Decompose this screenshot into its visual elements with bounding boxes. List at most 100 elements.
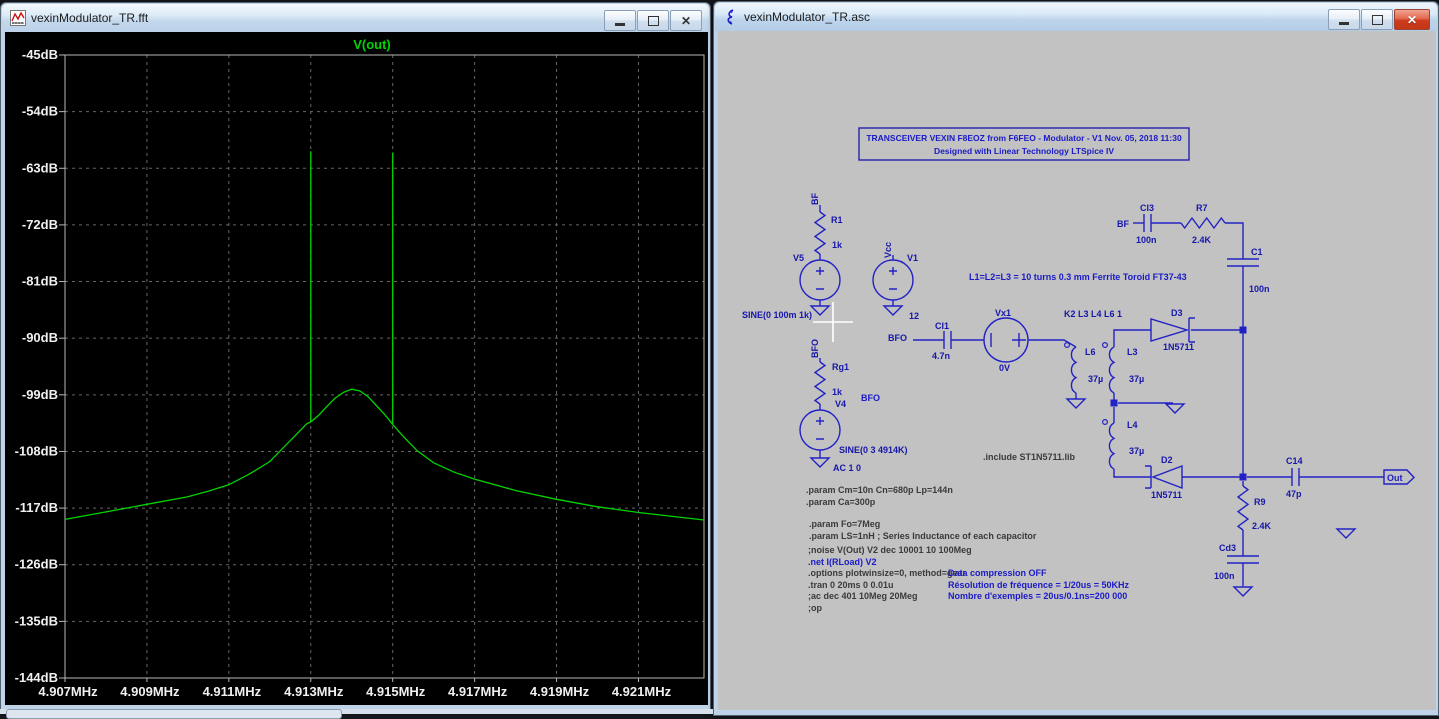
waveform-plot-icon [10, 10, 26, 26]
voltage-source-v1-polarity [889, 267, 897, 289]
l3-name: L3 [1127, 347, 1138, 357]
x-axis-label: 4.907MHz [38, 684, 98, 699]
r9-name: R9 [1254, 497, 1266, 507]
plot-frame [65, 55, 704, 678]
title-box-line1: TRANSCEIVER VEXIN F8EOZ from F6FEO - Mod… [866, 133, 1182, 143]
restore-icon [1372, 15, 1383, 25]
d2-name: D2 [1161, 455, 1173, 465]
bf-source-flag: BF [810, 193, 820, 205]
inductor-l4 [1109, 423, 1114, 469]
junction-node [1240, 327, 1247, 334]
ground-symbol [811, 306, 829, 315]
x-axis-label: 4.909MHz [120, 684, 180, 699]
capacitor-c1 [1227, 259, 1259, 266]
tran-directive: .tran 0 20ms 0 0.01u [808, 580, 894, 590]
ground-symbol [811, 458, 829, 467]
x-axis-label: 4.915MHz [366, 684, 426, 699]
c1-value: 100n [1249, 284, 1270, 294]
v1-name: V1 [907, 253, 918, 263]
trace-title[interactable]: V(out) [353, 37, 391, 52]
diode-d3 [1151, 319, 1187, 341]
junction-node [1111, 400, 1118, 407]
param-ca: .param Ca=300p [806, 497, 876, 507]
bfo-source-flag: BFO [810, 339, 820, 358]
close-icon: ✕ [1407, 14, 1417, 26]
schematic-window: vexinModulator_TR.asc ✕ TRANSCEIVER VEXI… [713, 1, 1439, 716]
fft-window-title: vexinModulator_TR.fft [31, 11, 148, 25]
resistor-r1 [815, 212, 825, 254]
capacitor-ci3 [1144, 214, 1151, 232]
vx1-name: Vx1 [995, 308, 1011, 318]
y-axis-label: -72dB [22, 217, 58, 232]
schematic-close-button[interactable]: ✕ [1394, 9, 1430, 30]
fft-restore-button[interactable] [637, 10, 669, 31]
phase-dot [1065, 343, 1070, 348]
ci1-value: 4.7n [932, 351, 950, 361]
v1-value: 12 [909, 311, 919, 321]
r1-value: 1k [832, 240, 843, 250]
x-axis-label: 4.917MHz [448, 684, 508, 699]
fft-trace [65, 389, 704, 520]
ground-symbol [1166, 404, 1184, 413]
ferrite-note: L1=L2=L3 = 10 turns 0.3 mm Ferrite Toroi… [969, 272, 1187, 282]
d3-value: 1N5711 [1163, 342, 1194, 352]
voltage-source-v1 [873, 260, 913, 300]
y-axis-label: -54dB [22, 104, 58, 119]
c14-value: 47p [1286, 489, 1302, 499]
note-compression: Data compression OFF [948, 568, 1047, 578]
x-axis-label: 4.921MHz [612, 684, 672, 699]
param-cm: .param Cm=10n Cn=680p Lp=144n [806, 485, 953, 495]
desktop: { "fft_window": { "title": "vexinModulat… [0, 0, 1439, 714]
schematic-minimize-button[interactable] [1328, 9, 1360, 30]
schematic-window-title: vexinModulator_TR.asc [744, 10, 870, 24]
wire [1225, 223, 1243, 227]
net-directive: .net I(RLoad) V2 [808, 557, 877, 567]
crosshair-cursor[interactable] [813, 302, 853, 342]
y-axis-label: -63dB [22, 160, 58, 175]
schematic-canvas[interactable]: TRANSCEIVER VEXIN F8EOZ from F6FEO - Mod… [718, 31, 1436, 710]
close-icon: ✕ [681, 15, 691, 27]
y-axis-label: -81dB [22, 274, 58, 289]
fft-plot-canvas[interactable]: -45dB-54dB-63dB-72dB-81dB-90dB-99dB-108d… [5, 32, 708, 705]
l4-name: L4 [1127, 420, 1138, 430]
resistor-rg1 [815, 362, 825, 404]
v4-ac: AC 1 0 [833, 463, 861, 473]
wire [1114, 330, 1151, 347]
ground-symbol [1067, 399, 1085, 408]
y-axis-label: -117dB [15, 500, 58, 515]
inductor-l6 [1071, 347, 1076, 393]
x-axis-label: 4.913MHz [284, 684, 344, 699]
note-samples: Nombre d'exemples = 20us/0.1ns=200 000 [948, 591, 1127, 601]
vcc-flag: Vcc [883, 242, 893, 258]
y-axis-label: -126dB [15, 557, 58, 572]
l6-name: L6 [1085, 347, 1096, 357]
y-axis-label: -90dB [22, 330, 58, 345]
y-axis-label: -108dB [15, 443, 58, 458]
include-directive: .include ST1N5711.lib [983, 452, 1076, 462]
mdi-status-strip [0, 709, 713, 714]
cd3-value: 100n [1214, 571, 1235, 581]
ci1-name: CI1 [935, 321, 949, 331]
v4-sine: SINE(0 3 4914K) [839, 445, 908, 455]
x-axis-label: 4.911MHz [203, 684, 262, 699]
ci3-value: 100n [1136, 235, 1157, 245]
phase-dot [1103, 420, 1108, 425]
c1-name: C1 [1251, 247, 1263, 257]
r1-name: R1 [831, 215, 843, 225]
x-axis-label: 4.919MHz [530, 684, 590, 699]
ltspice-schematic-icon [723, 9, 739, 25]
ac-directive: ;ac dec 401 10Meg 20Meg [808, 591, 918, 601]
vx1-polarity [991, 333, 1026, 347]
floating-ground-symbol [1337, 529, 1355, 538]
rg1-name: Rg1 [832, 362, 849, 372]
schematic-restore-button[interactable] [1361, 9, 1393, 30]
minimize-icon [615, 23, 625, 26]
bfo-net-label: BFO [861, 393, 880, 403]
capacitor-ci1 [944, 331, 951, 349]
l6-value: 37µ [1088, 374, 1103, 384]
fft-minimize-button[interactable] [604, 10, 636, 31]
junction-node [1240, 474, 1247, 481]
voltage-source-v5-polarity [816, 267, 824, 289]
capacitor-c14 [1292, 468, 1299, 486]
fft-close-button[interactable]: ✕ [670, 10, 702, 31]
